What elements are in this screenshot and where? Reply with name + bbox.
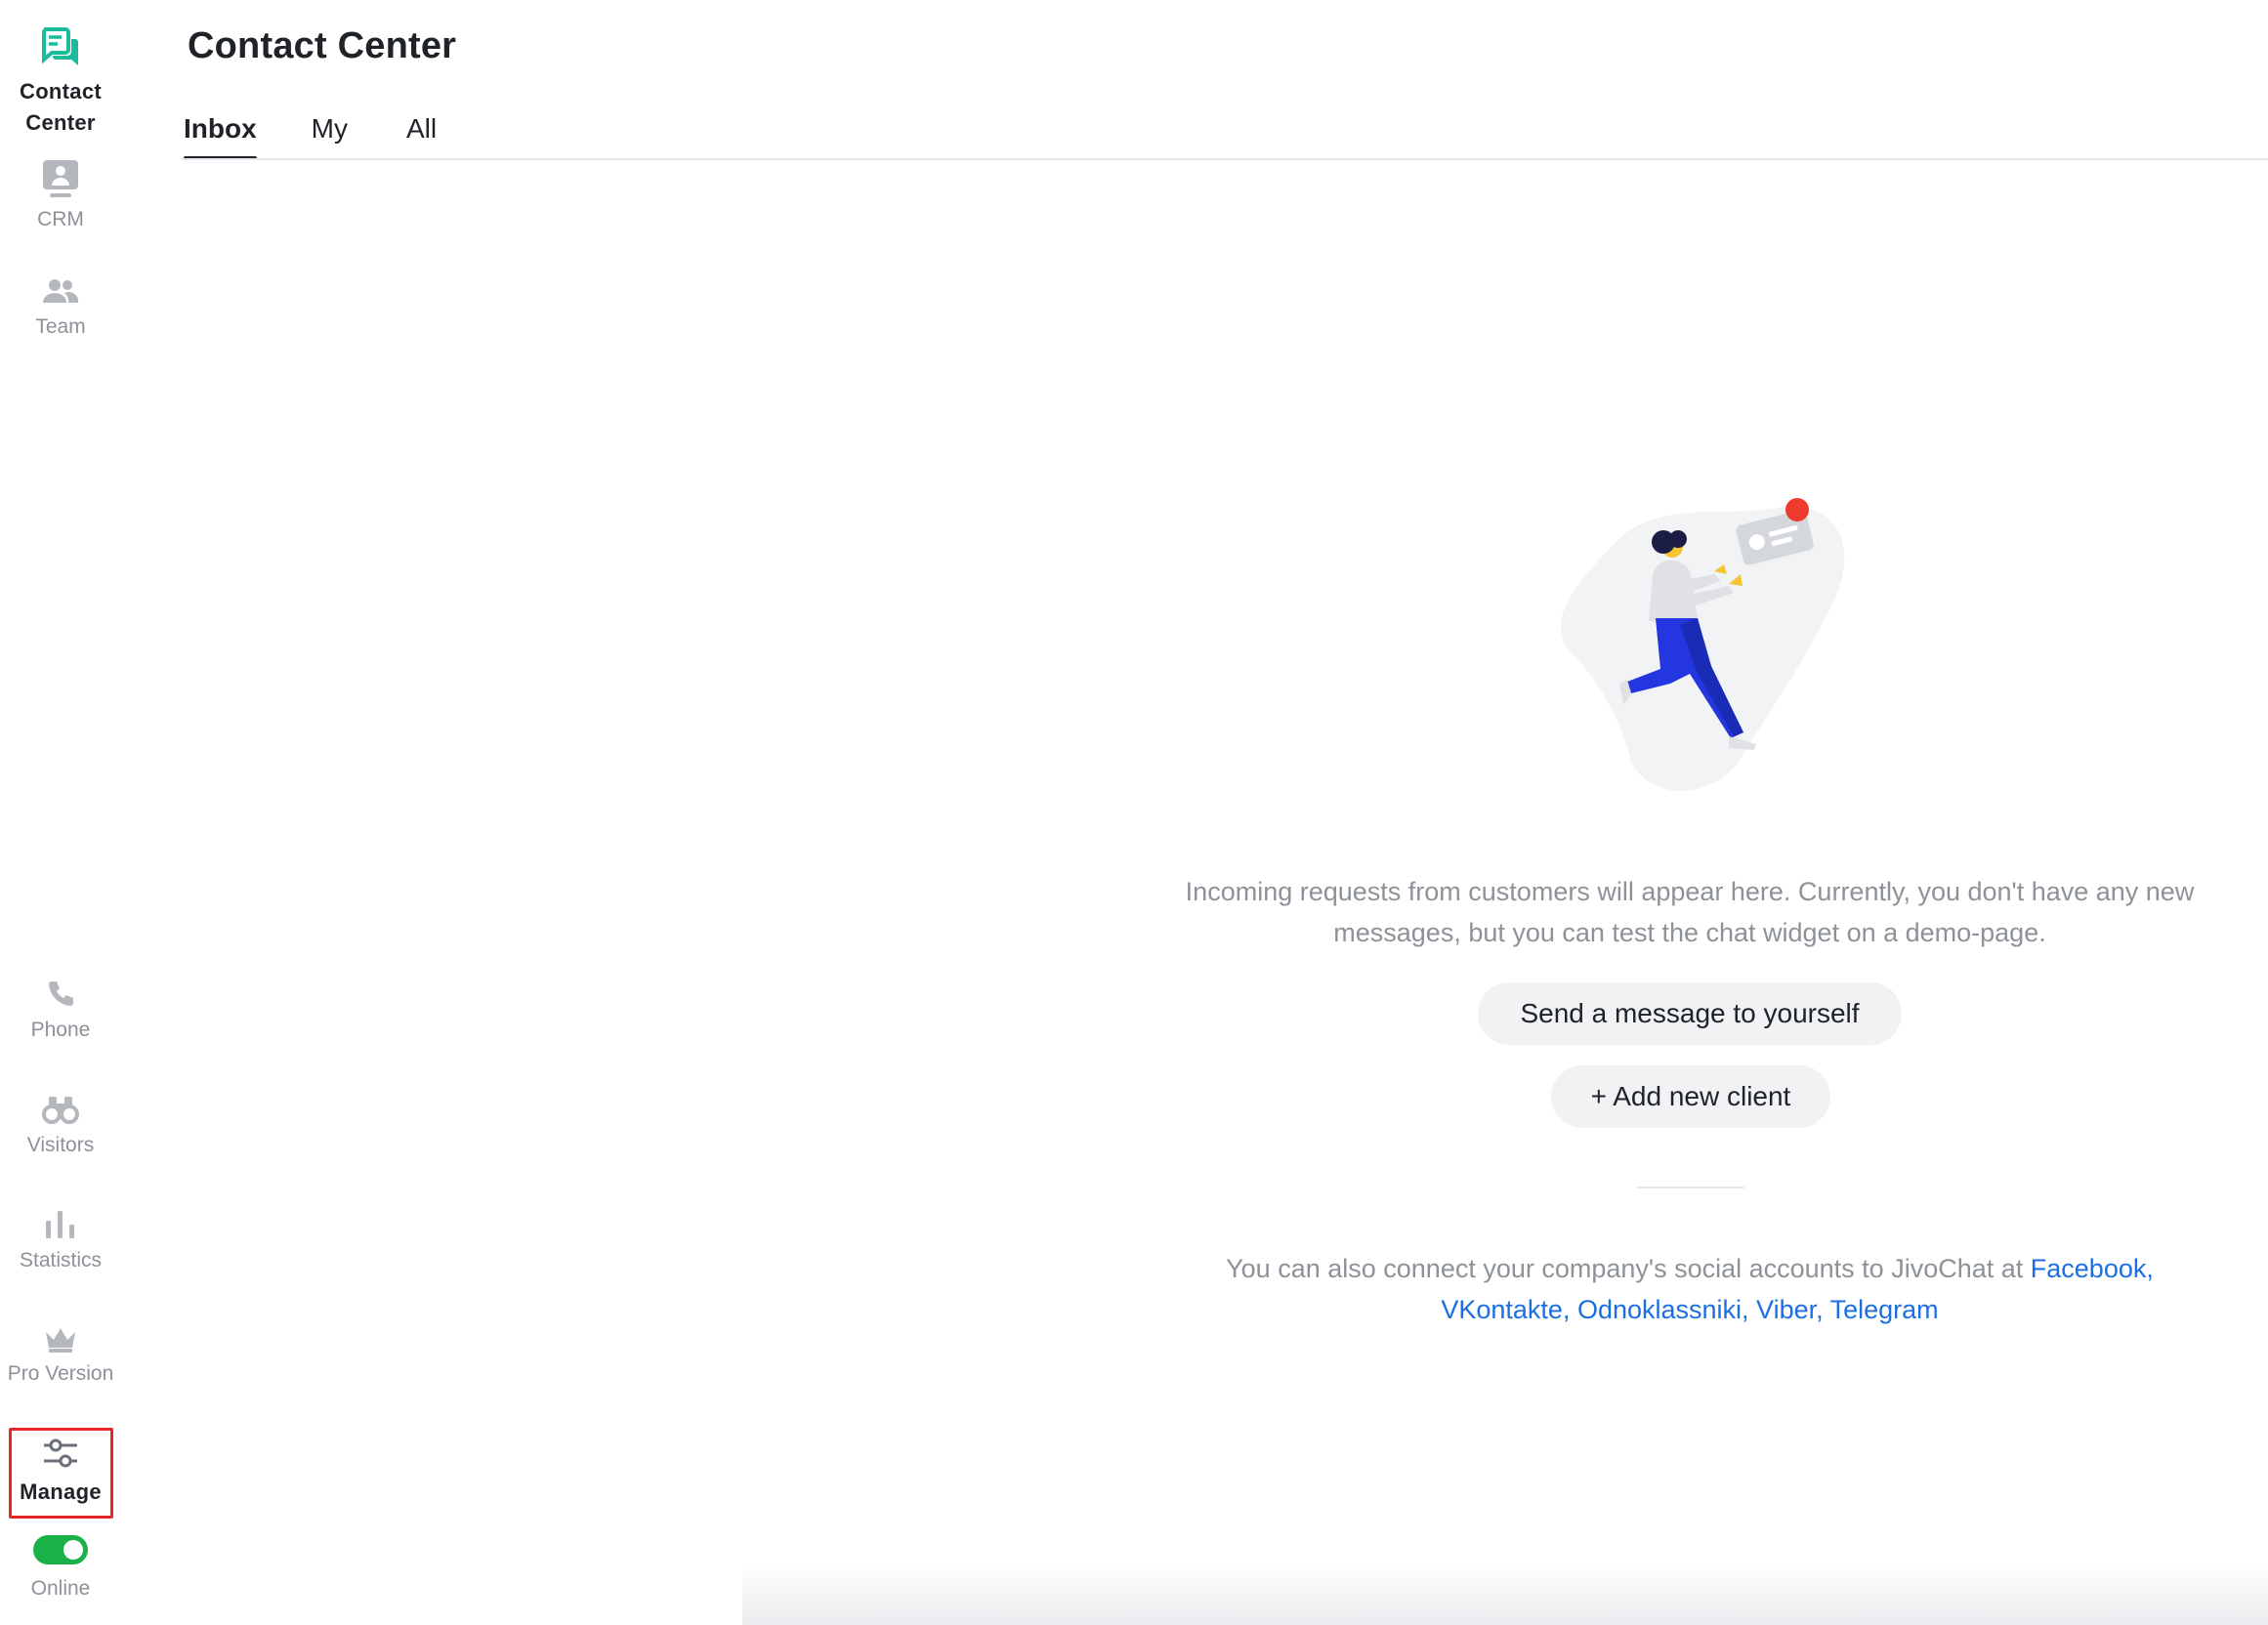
tab-my[interactable]: My [312,109,348,158]
facebook-link[interactable]: Facebook, [2031,1254,2154,1283]
sidebar-item-label: Team [35,315,86,338]
sidebar: Contact Center CRM Team Phone Visitors S… [0,0,121,1625]
section-divider [1637,1187,1744,1188]
toggle-switch[interactable] [33,1535,88,1564]
crown-icon [43,1324,78,1354]
sidebar-item-team[interactable]: Team [0,277,121,342]
tab-inbox[interactable]: Inbox [184,109,257,160]
sidebar-item-label: Contact Center [20,79,102,135]
chat-bubbles-icon [38,25,83,70]
sidebar-item-label: Visitors [26,1134,95,1156]
add-new-client-button[interactable]: + Add new client [1551,1065,1830,1128]
online-status-toggle[interactable]: Online [0,1535,121,1604]
phone-icon [45,979,76,1010]
sidebar-item-pro-version[interactable]: Pro Version [0,1324,121,1389]
empty-state-message: Incoming requests from customers will ap… [1185,877,2195,947]
telegram-link[interactable]: Telegram [1830,1295,1939,1324]
social-accounts-prefix: You can also connect your company's soci… [1226,1254,2024,1283]
tabs-divider [182,158,2268,160]
bar-chart-icon [43,1209,78,1240]
binoculars-icon [42,1094,79,1125]
online-status-label: Online [30,1577,91,1600]
sidebar-item-visitors[interactable]: Visitors [0,1094,121,1160]
sidebar-item-label: CRM [37,208,84,230]
people-icon [42,277,79,307]
sidebar-item-label: Statistics [19,1249,103,1271]
tab-bar: Inbox My All [184,109,437,160]
odnoklassniki-link[interactable]: Odnoklassniki, [1577,1295,1749,1324]
sidebar-item-contact-center[interactable]: Contact Center [0,25,121,139]
sidebar-item-label: Manage [20,1479,102,1504]
social-accounts-message: You can also connect your company's soci… [1172,1248,2207,1330]
sidebar-item-phone[interactable]: Phone [0,979,121,1045]
viber-link[interactable]: Viber, [1756,1295,1824,1324]
sliders-icon [41,1436,80,1471]
sidebar-item-crm[interactable]: CRM [0,158,121,234]
app-window: Contact Center CRM Team Phone Visitors S… [0,0,2268,1625]
tab-all[interactable]: All [406,109,437,158]
sidebar-item-label: Pro Version [7,1362,114,1385]
send-message-to-yourself-button[interactable]: Send a message to yourself [1478,982,1902,1045]
bottom-shadow [742,1562,2268,1625]
vkontakte-link[interactable]: VKontakte, [1441,1295,1570,1324]
sidebar-item-label: Phone [30,1019,91,1041]
contact-card-icon [42,158,79,199]
page-title: Contact Center [188,25,457,66]
empty-state-illustration [1533,488,1856,801]
sidebar-item-statistics[interactable]: Statistics [0,1209,121,1275]
sidebar-item-manage[interactable]: Manage [0,1436,121,1508]
